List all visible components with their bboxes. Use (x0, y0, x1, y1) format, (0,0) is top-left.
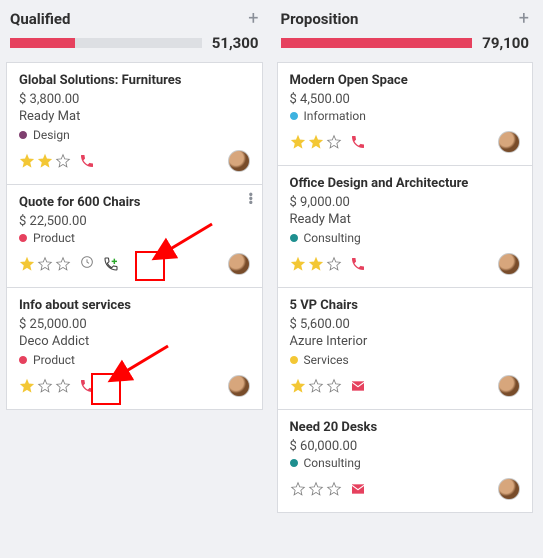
add-card-button[interactable]: + (519, 10, 529, 28)
priority-stars[interactable] (19, 256, 71, 272)
add-card-button[interactable]: + (248, 10, 258, 28)
email-icon[interactable] (350, 481, 366, 497)
phone-icon[interactable] (79, 378, 95, 394)
email-icon[interactable] (350, 378, 366, 394)
card-amount: $ 3,800.00 (19, 92, 250, 107)
column-total: 79,100 (472, 34, 529, 52)
kanban-card[interactable]: Global Solutions: Furnitures $ 3,800.00 … (7, 63, 262, 185)
card-tag: Consulting (290, 231, 521, 245)
priority-stars[interactable] (290, 256, 342, 272)
kanban-column: Proposition + 79,100 Modern Open Space $… (277, 10, 534, 513)
card-customer: Ready Mat (290, 212, 521, 227)
avatar[interactable] (498, 253, 520, 275)
column-progress (10, 38, 202, 48)
card-title: Quote for 600 Chairs (19, 195, 250, 210)
column-title: Qualified (10, 10, 70, 28)
card-customer: Deco Addict (19, 334, 250, 349)
kanban-card[interactable]: Modern Open Space $ 4,500.00 Information (278, 63, 533, 166)
avatar[interactable] (228, 375, 250, 397)
card-amount: $ 22,500.00 (19, 214, 250, 229)
priority-stars[interactable] (290, 481, 342, 497)
card-menu-button[interactable]: ••• (248, 193, 253, 205)
card-customer: Azure Interior (290, 334, 521, 349)
priority-stars[interactable] (19, 378, 71, 394)
kanban-card[interactable]: Need 20 Desks $ 60,000.00 Consulting (278, 410, 533, 512)
card-tag: Services (290, 353, 521, 367)
kanban-card[interactable]: Info about services $ 25,000.00 Deco Add… (7, 288, 262, 409)
priority-stars[interactable] (290, 134, 342, 150)
card-list: Global Solutions: Furnitures $ 3,800.00 … (6, 62, 263, 410)
card-tag: Design (19, 128, 250, 142)
phone-icon[interactable] (350, 256, 366, 272)
card-amount: $ 9,000.00 (290, 195, 521, 210)
avatar[interactable] (228, 253, 250, 275)
phone-plus-icon[interactable] (103, 256, 119, 272)
column-title: Proposition (281, 10, 359, 28)
card-amount: $ 5,600.00 (290, 317, 521, 332)
avatar[interactable] (498, 478, 520, 500)
card-title: Global Solutions: Furnitures (19, 73, 250, 88)
card-amount: $ 4,500.00 (290, 92, 521, 107)
card-tag: Consulting (290, 456, 521, 470)
phone-icon[interactable] (79, 153, 95, 169)
card-title: Modern Open Space (290, 73, 521, 88)
card-amount: $ 60,000.00 (290, 439, 521, 454)
avatar[interactable] (228, 150, 250, 172)
card-tag: Information (290, 109, 521, 123)
avatar[interactable] (498, 131, 520, 153)
priority-stars[interactable] (19, 153, 71, 169)
column-progress (281, 38, 473, 48)
card-title: 5 VP Chairs (290, 298, 521, 313)
kanban-column: Qualified + 51,300 Global Solutions: Fur… (6, 10, 263, 513)
card-tag: Product (19, 353, 250, 367)
card-list: Modern Open Space $ 4,500.00 Information… (277, 62, 534, 513)
phone-icon[interactable] (350, 134, 366, 150)
avatar[interactable] (498, 375, 520, 397)
kanban-card[interactable]: ••• Quote for 600 Chairs $ 22,500.00 Pro… (7, 185, 262, 288)
card-tag: Product (19, 231, 250, 245)
card-title: Need 20 Desks (290, 420, 521, 435)
clock-icon[interactable] (79, 254, 95, 274)
column-total: 51,300 (202, 34, 259, 52)
card-amount: $ 25,000.00 (19, 317, 250, 332)
kanban-card[interactable]: Office Design and Architecture $ 9,000.0… (278, 166, 533, 288)
card-title: Info about services (19, 298, 250, 313)
kanban-card[interactable]: 5 VP Chairs $ 5,600.00 Azure Interior Se… (278, 288, 533, 410)
card-customer: Ready Mat (19, 109, 250, 124)
card-title: Office Design and Architecture (290, 176, 521, 191)
priority-stars[interactable] (290, 378, 342, 394)
